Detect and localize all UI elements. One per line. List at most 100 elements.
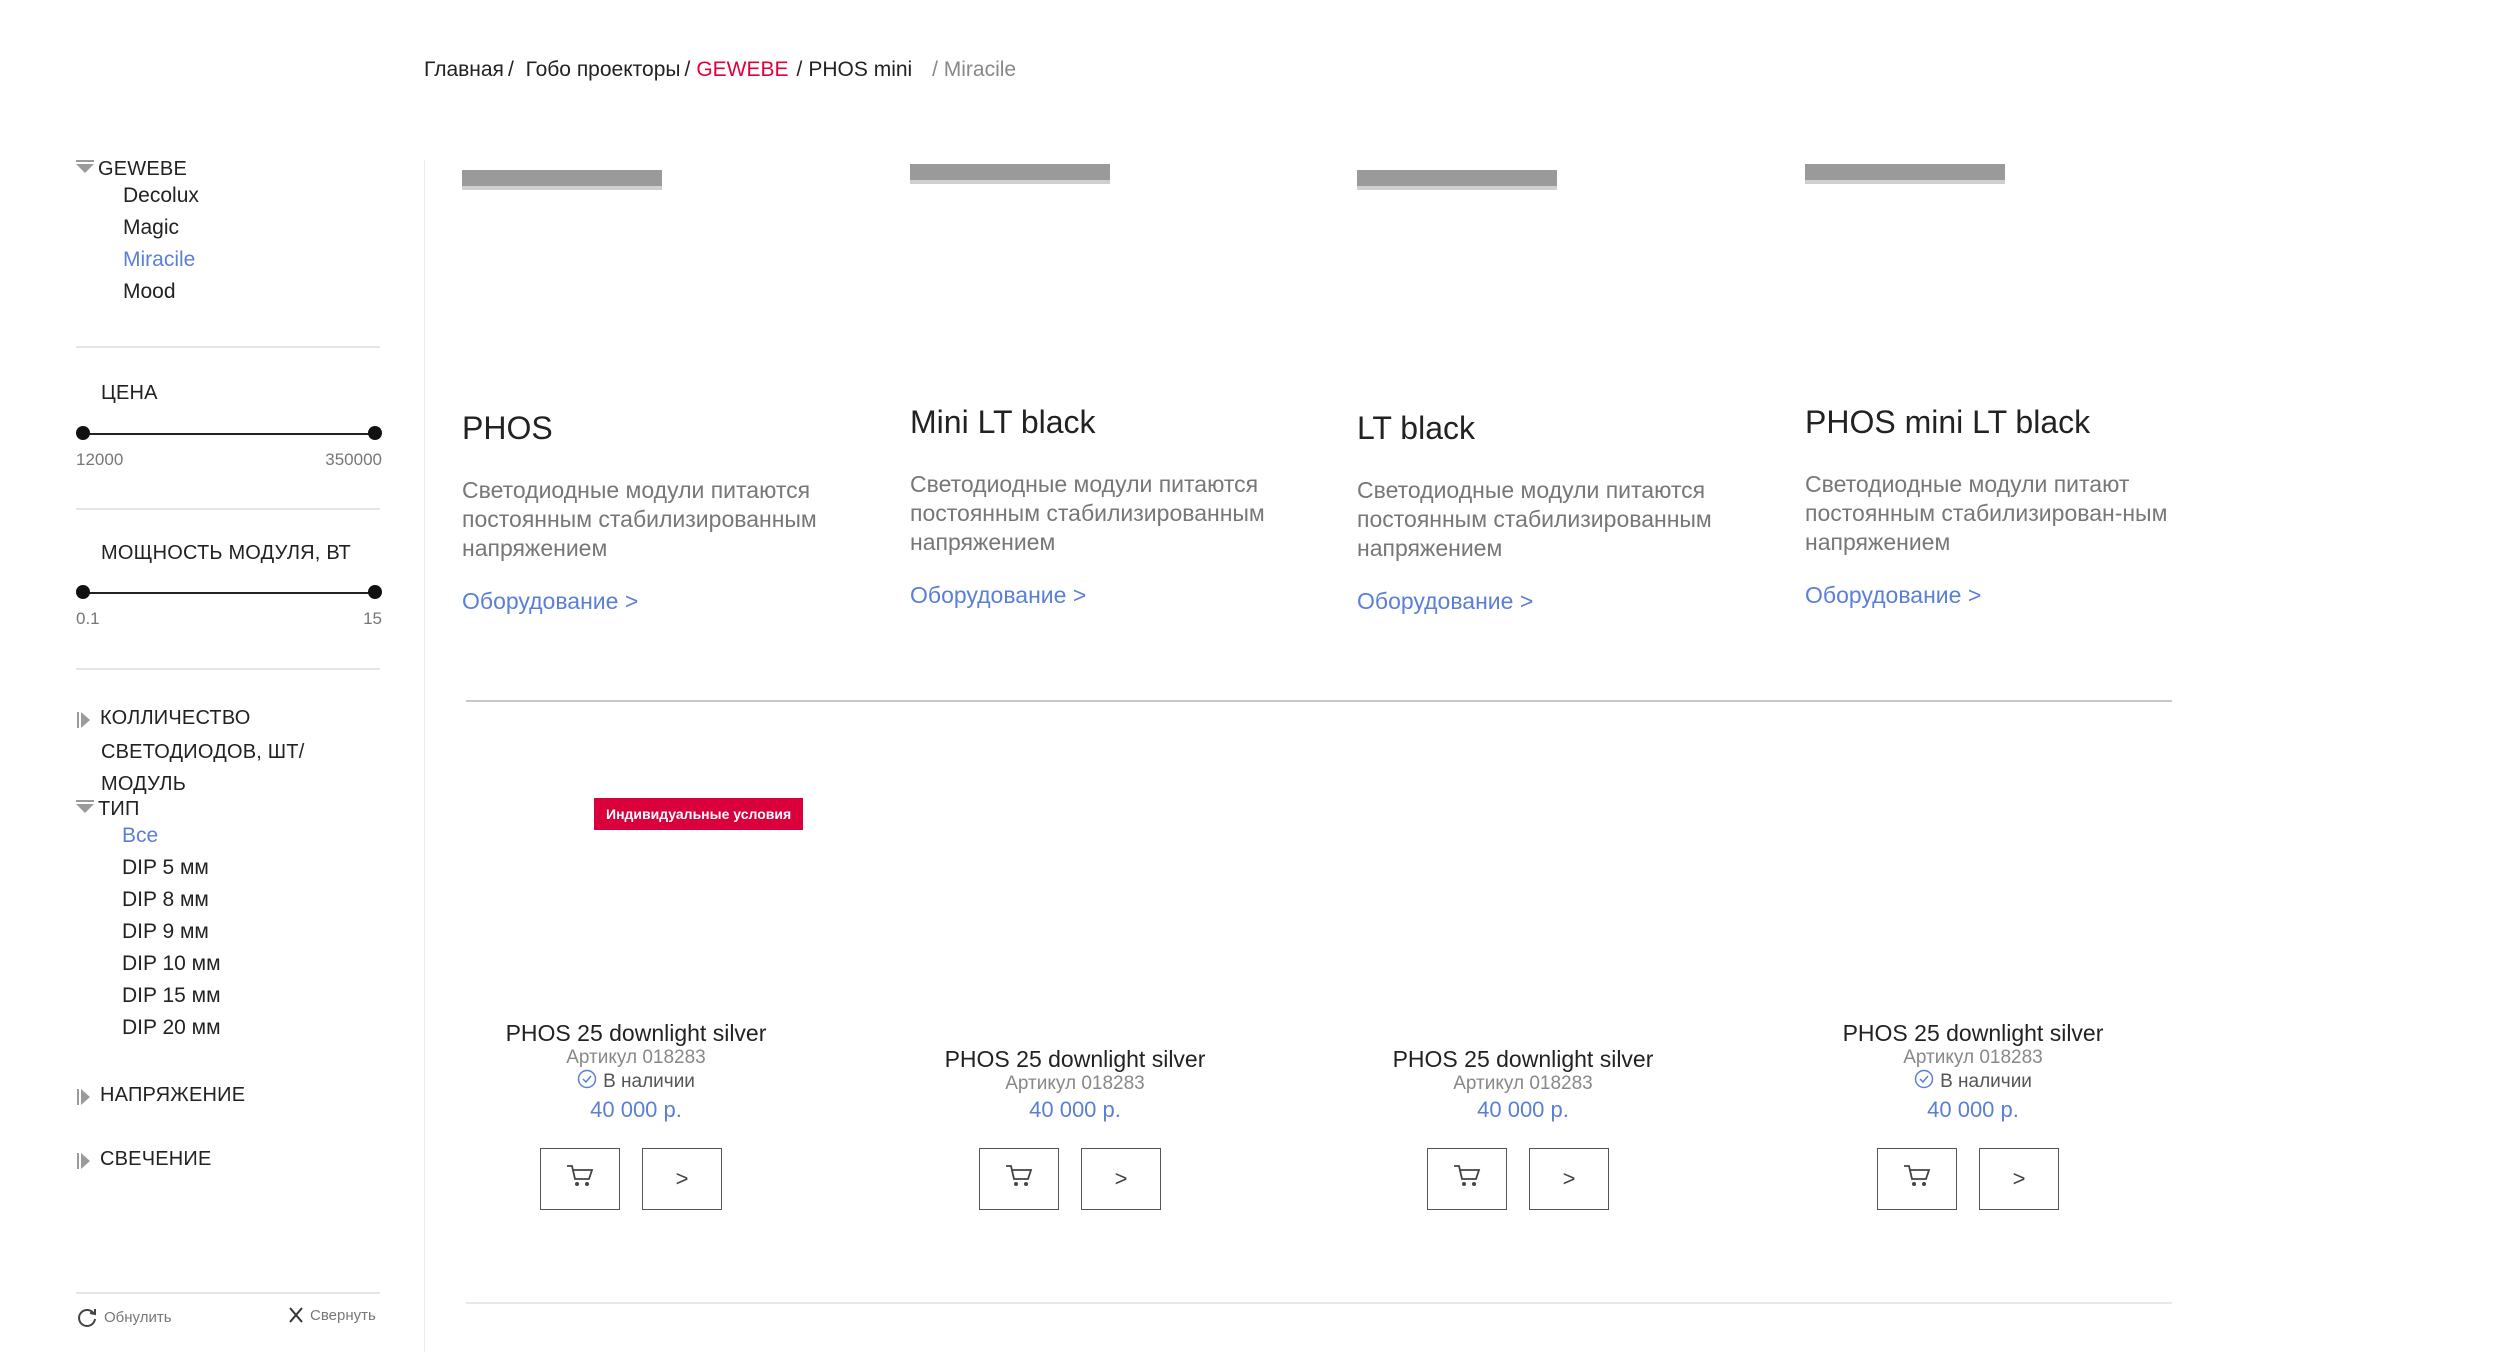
filter-voltage[interactable]: НАПРЯЖЕНИЕ — [77, 1084, 246, 1107]
product-details-button[interactable]: > — [642, 1148, 722, 1210]
add-to-cart-button[interactable] — [540, 1148, 620, 1210]
breadcrumb: Главная / Гобо проекторы / GEWEBE / PHOS mini… — [424, 58, 1020, 82]
price-slider[interactable]: 12000 350000 — [76, 426, 382, 476]
product-name[interactable]: PHOS 25 downlight silver — [1783, 1020, 2163, 1047]
slider-min-handle[interactable] — [76, 585, 90, 599]
sidebar-item-mood[interactable]: Mood — [123, 276, 199, 308]
sidebar-item-decolux[interactable]: Decolux — [123, 180, 199, 212]
product-name[interactable]: PHOS 25 downlight silver — [446, 1020, 826, 1047]
stock-label: В наличии — [1940, 1071, 2032, 1092]
product-card[interactable]: Индивидуальные условия PHOS 25 downlight … — [446, 750, 826, 1230]
filter-type-group[interactable]: ТИП — [76, 798, 140, 821]
add-to-cart-button[interactable] — [1877, 1148, 1957, 1210]
product-details-button[interactable]: > — [1979, 1148, 2059, 1210]
filter-led-count-title: КОЛЛИЧЕСТВО — [100, 707, 251, 729]
product-details-button[interactable]: > — [1529, 1148, 1609, 1210]
product-card[interactable]: PHOS 25 downlight silver Артикул 018283 40… — [1333, 750, 1713, 1230]
equipment-link[interactable]: Оборудование > — [1357, 588, 1533, 615]
series-description: Светодиодные модули питаются постоянным … — [1357, 477, 1712, 561]
product-card[interactable]: PHOS 25 downlight silver Артикул 018283 40… — [885, 750, 1265, 1230]
product-price: 40 000 р. — [1927, 1097, 2019, 1122]
series-title[interactable]: Mini LT black — [910, 404, 1096, 441]
expand-triangle-icon — [77, 1152, 90, 1169]
product-article: Артикул 018283 — [566, 1047, 706, 1068]
filter-sidebar: GEWEBE Decolux Magic Miracile Mood ЦЕНА 120… — [76, 150, 382, 1352]
breadcrumb-separator: / — [684, 58, 691, 81]
product-details-button[interactable]: > — [1081, 1148, 1161, 1210]
cart-icon — [565, 1163, 595, 1195]
breadcrumb-series[interactable]: PHOS mini — [808, 58, 912, 81]
track-rail — [462, 170, 662, 190]
series-card[interactable]: PHOS Светодиодные модули питаются постоян… — [462, 170, 882, 640]
type-filter-item[interactable]: DIP 8 мм — [122, 884, 221, 916]
product-name[interactable]: PHOS 25 downlight silver — [885, 1046, 1265, 1073]
stock-status: В наличии — [1783, 1069, 2163, 1095]
product-actions: > — [1877, 1148, 2059, 1210]
track-rail — [1805, 164, 2005, 184]
product-article: Артикул 018283 — [1005, 1073, 1145, 1094]
series-card[interactable]: PHOS mini LT black Светодиодные модули пи… — [1805, 164, 2225, 634]
product-info: PHOS 25 downlight silver Артикул 018283 40… — [885, 1046, 1265, 1123]
series-title[interactable]: PHOS — [462, 410, 553, 447]
cart-icon — [1902, 1163, 1932, 1195]
series-card[interactable]: LT black Светодиодные модули питаются пос… — [1357, 170, 1777, 640]
slider-max-handle[interactable] — [368, 426, 382, 440]
equipment-link[interactable]: Оборудование > — [910, 582, 1086, 609]
series-description: Светодиодные модули питают постоянным ст… — [1805, 471, 2168, 555]
individual-terms-badge: Индивидуальные условия — [594, 798, 804, 830]
type-filter-item[interactable]: DIP 5 мм — [122, 852, 221, 884]
power-slider[interactable]: 0.1 15 — [76, 585, 382, 635]
breadcrumb-current: / Miracile — [932, 58, 1017, 81]
add-to-cart-button[interactable] — [979, 1148, 1059, 1210]
product-actions: > — [979, 1148, 1161, 1210]
power-min-value: 0.1 — [76, 609, 100, 628]
collapse-triangle-icon — [76, 160, 94, 174]
series-card[interactable]: Mini LT black Светодиодные модули питаютс… — [910, 164, 1330, 634]
type-filter-item[interactable]: DIP 9 мм — [122, 916, 221, 948]
product-price: 40 000 р. — [590, 1097, 682, 1122]
series-title[interactable]: LT black — [1357, 410, 1475, 447]
type-filter-item[interactable]: DIP 10 мм — [122, 948, 221, 980]
product-article: Артикул 018283 — [1903, 1047, 2043, 1068]
filter-led-count[interactable]: КОЛЛИЧЕСТВО СВЕТОДИОДОВ, ШТ/МОДУЛЬ — [77, 702, 382, 800]
product-actions: > — [540, 1148, 722, 1210]
filter-glow-title: СВЕЧЕНИЕ — [100, 1148, 212, 1170]
breadcrumb-brand[interactable]: GEWEBE — [696, 58, 788, 81]
collapse-triangle-icon — [76, 800, 94, 814]
refresh-icon — [78, 1309, 96, 1327]
series-title[interactable]: PHOS mini LT black — [1805, 404, 2090, 441]
breadcrumb-home[interactable]: Главная — [424, 58, 504, 81]
product-name[interactable]: PHOS 25 downlight silver — [1333, 1046, 1713, 1073]
product-info: PHOS 25 downlight silver Артикул 018283 В … — [446, 1020, 826, 1123]
breadcrumb-separator: / — [796, 58, 803, 81]
check-circle-icon — [1914, 1069, 1934, 1095]
track-rail — [910, 164, 1110, 184]
collapse-filters-label: Свернуть — [310, 1306, 376, 1324]
slider-min-handle[interactable] — [76, 426, 90, 440]
filter-brand-group[interactable]: GEWEBE — [76, 158, 187, 181]
equipment-link[interactable]: Оборудование > — [1805, 582, 1981, 609]
section-divider — [466, 700, 2172, 702]
equipment-link[interactable]: Оборудование > — [462, 588, 638, 615]
type-filter-item[interactable]: DIP 20 мм — [122, 1012, 221, 1044]
reset-filters-button[interactable]: Обнулить — [76, 1306, 172, 1328]
product-info: PHOS 25 downlight silver Артикул 018283 40… — [1333, 1046, 1713, 1123]
filter-glow[interactable]: СВЕЧЕНИЕ — [77, 1148, 212, 1171]
filter-type-title: ТИП — [98, 798, 140, 820]
type-filter-item[interactable]: Все — [122, 820, 221, 852]
collapse-filters-button[interactable]: Свернуть — [288, 1306, 376, 1324]
sidebar-item-miracile[interactable]: Miracile — [123, 244, 199, 276]
power-max-value: 15 — [363, 609, 382, 628]
filter-led-count-title-line2: СВЕТОДИОДОВ, ШТ/МОДУЛЬ — [101, 741, 305, 795]
filter-brand-title: GEWEBE — [98, 158, 187, 180]
divider — [76, 346, 380, 348]
type-filter-item[interactable]: DIP 15 мм — [122, 980, 221, 1012]
product-card[interactable]: PHOS 25 downlight silver Артикул 018283 В … — [1783, 750, 2163, 1230]
breadcrumb-category[interactable]: Гобо проекторы — [526, 58, 681, 81]
sidebar-item-magic[interactable]: Magic — [123, 212, 199, 244]
filter-voltage-title: НАПРЯЖЕНИЕ — [100, 1084, 246, 1106]
slider-max-handle[interactable] — [368, 585, 382, 599]
add-to-cart-button[interactable] — [1427, 1148, 1507, 1210]
product-article: Артикул 018283 — [1453, 1073, 1593, 1094]
divider — [76, 508, 380, 510]
